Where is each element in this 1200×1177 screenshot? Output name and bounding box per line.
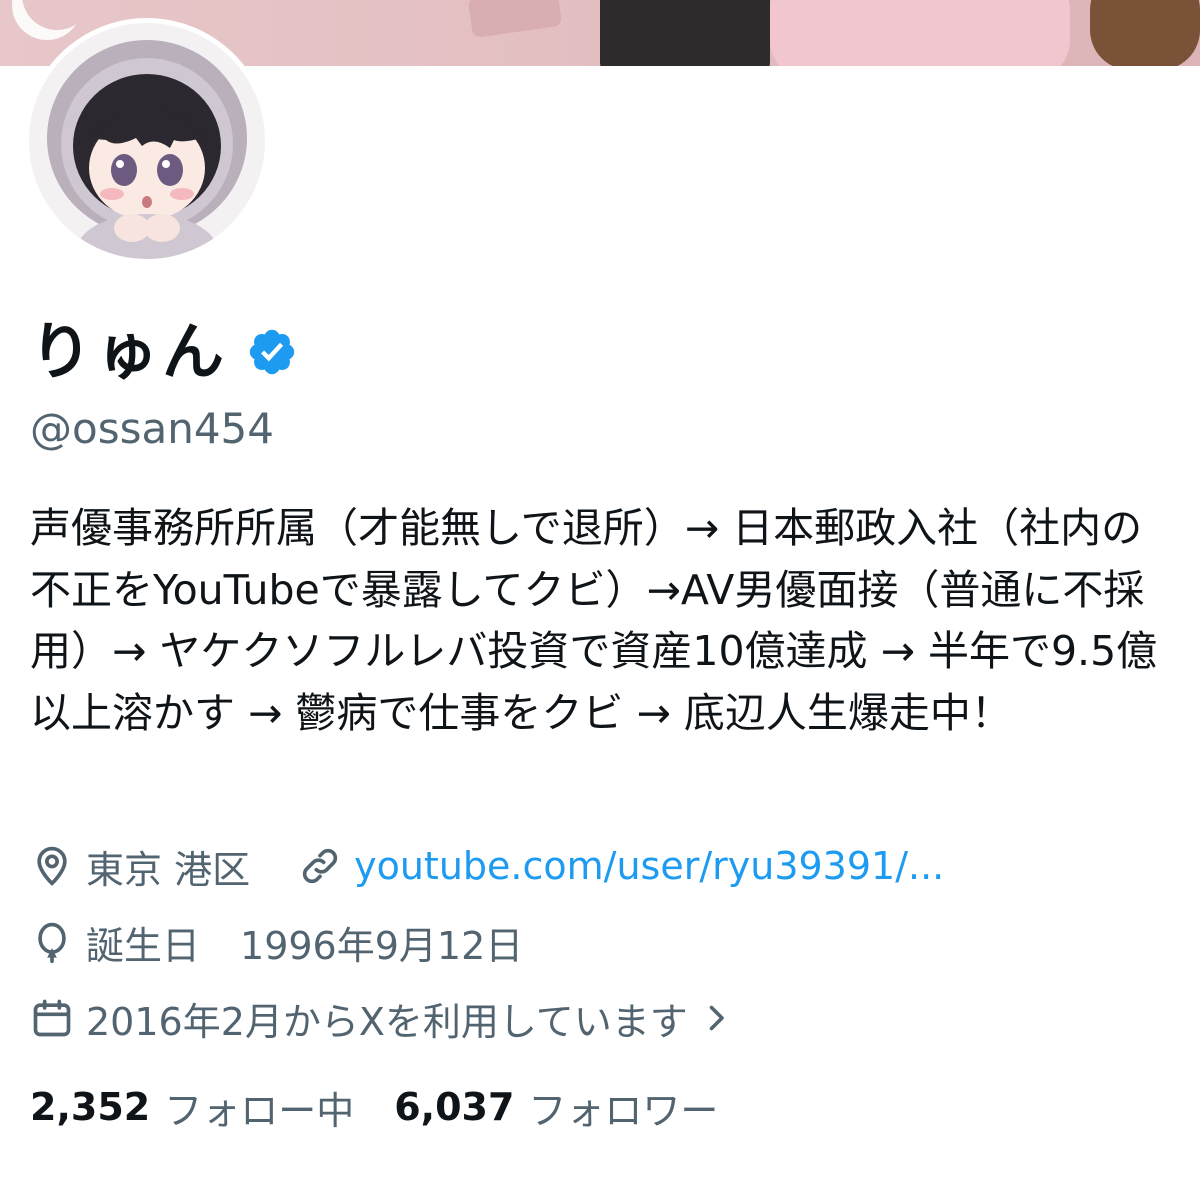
followers-count: 6,037 (394, 1085, 515, 1129)
birthday-label: 誕生日 (86, 923, 201, 968)
location-text: 東京 港区 (86, 847, 251, 892)
location-pin-icon (37, 846, 67, 886)
banner-moon-shape (22, 0, 92, 30)
following-count: 2,352 (30, 1085, 151, 1129)
chevron-right-icon (709, 1005, 724, 1031)
joined-date[interactable]: 2016年2月からXを利用しています (30, 991, 734, 1046)
birthday-value: 1996年9月12日 (240, 923, 524, 968)
meta-row-birthday: 誕生日 1996年9月12日 (30, 914, 523, 970)
follow-stats: 2,352 フォロー中 6,037 フォロワー (30, 1080, 718, 1134)
banner-character-shape (770, 0, 1070, 66)
banner-decoration (467, 0, 563, 39)
name-row: りゅん (30, 312, 298, 392)
avatar[interactable] (24, 18, 270, 264)
following-link[interactable]: 2,352 フォロー中 (30, 1080, 354, 1135)
meta-row-location-link: 東京 港区 youtube.com/user/ryu39391/... (30, 838, 944, 894)
balloon-icon (38, 922, 66, 964)
meta-row-joined[interactable]: 2016年2月からXを利用しています (30, 990, 734, 1046)
following-label: フォロー中 (164, 1088, 355, 1133)
verified-badge-icon[interactable] (246, 326, 298, 378)
followers-label: フォロワー (528, 1088, 719, 1133)
handle: @ossan454 (30, 404, 274, 453)
website-link-text[interactable]: youtube.com/user/ryu39391/... (354, 844, 944, 888)
followers-link[interactable]: 6,037 フォロワー (394, 1080, 718, 1135)
link-icon (302, 848, 338, 884)
birthday: 誕生日 1996年9月12日 (30, 915, 523, 970)
calendar-icon (33, 999, 71, 1037)
bio-text: 声優事務所所属（才能無しで退所）→ 日本郵政入社（社内の不正をYouTubeで暴… (30, 504, 1158, 737)
banner-chair-shape (600, 0, 770, 66)
location: 東京 港区 (30, 839, 250, 894)
website-link[interactable]: youtube.com/user/ryu39391/... (298, 844, 944, 888)
banner-plush-shape (1090, 0, 1200, 66)
joined-text: 2016年2月からXを利用しています (86, 999, 688, 1044)
display-name: りゅん (30, 315, 229, 388)
